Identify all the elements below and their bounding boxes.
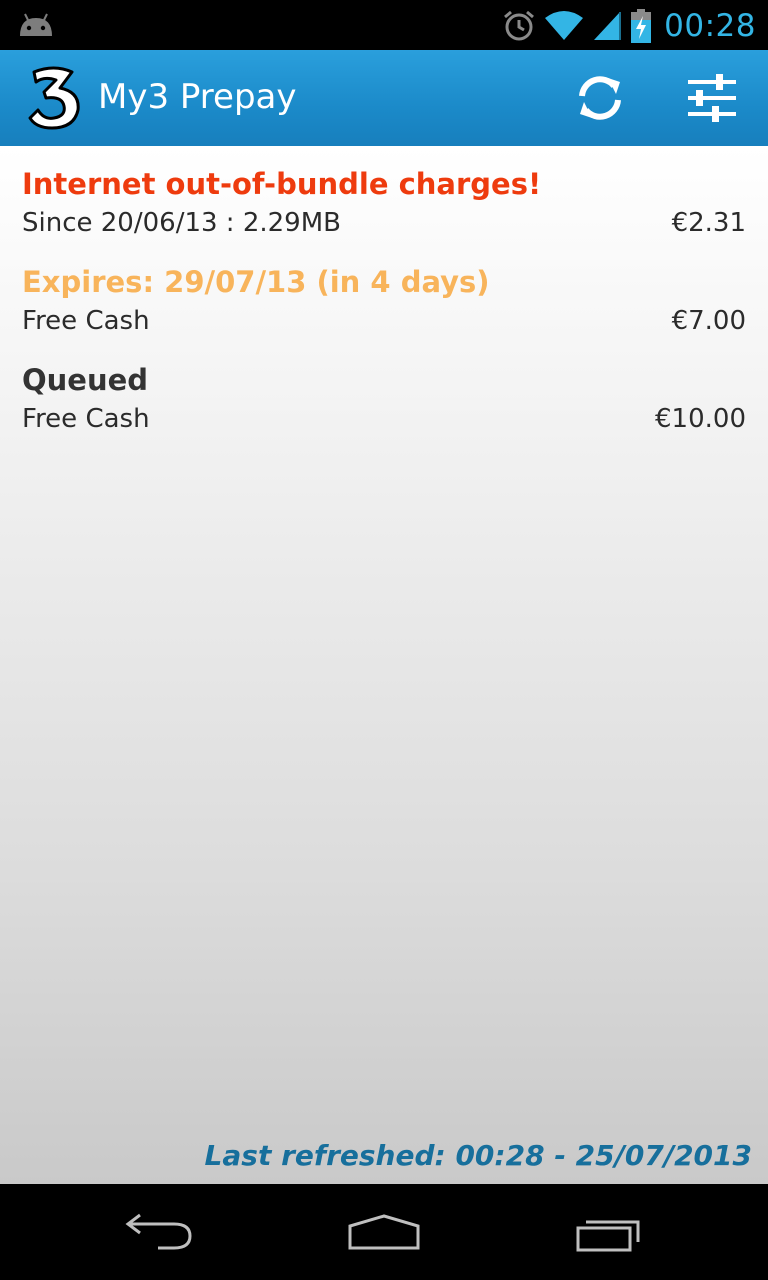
- refresh-button[interactable]: [570, 68, 630, 128]
- expires-row: Free Cash €7.00: [22, 302, 746, 340]
- android-icon: [20, 13, 52, 36]
- expires-section: Expires: 29/07/13 (in 4 days) Free Cash …: [22, 262, 746, 340]
- signal-icon: [594, 12, 622, 40]
- queued-value: €10.00: [655, 404, 746, 434]
- recent-apps-button[interactable]: [568, 1210, 648, 1254]
- nav-bar: [0, 1184, 768, 1280]
- home-button[interactable]: [344, 1210, 424, 1254]
- charges-heading: Internet out-of-bundle charges!: [22, 167, 542, 201]
- queued-heading: Queued: [22, 363, 149, 397]
- charges-row: Since 20/06/13 : 2.29MB €2.31: [22, 204, 746, 242]
- wifi-icon: [545, 11, 584, 40]
- status-clock: 00:28: [664, 8, 756, 44]
- queued-section: Queued Free Cash €10.00: [22, 360, 746, 438]
- charges-value: €2.31: [671, 208, 746, 238]
- expires-heading: Expires: 29/07/13 (in 4 days): [22, 265, 490, 299]
- last-refreshed: Last refreshed: 00:28 - 25/07/2013: [204, 1139, 752, 1172]
- back-button[interactable]: [120, 1210, 200, 1254]
- home-icon: [348, 1214, 420, 1250]
- recent-apps-icon: [576, 1220, 640, 1252]
- three-logo-icon: [28, 66, 80, 130]
- refresh-icon: [579, 76, 621, 120]
- app-title: My3 Prepay: [98, 77, 297, 117]
- alarm-icon: [504, 10, 535, 41]
- status-bar: 00:28: [0, 0, 768, 50]
- queued-label: Free Cash: [22, 404, 150, 434]
- balance-content: Internet out-of-bundle charges! Since 20…: [0, 146, 768, 1184]
- settings-sliders-icon: [688, 74, 736, 122]
- battery-charging-icon: [631, 9, 652, 43]
- expires-label: Free Cash: [22, 306, 150, 336]
- queued-row: Free Cash €10.00: [22, 400, 746, 438]
- action-bar: My3 Prepay: [0, 50, 768, 146]
- charges-section: Internet out-of-bundle charges! Since 20…: [22, 164, 746, 242]
- back-icon: [125, 1213, 192, 1250]
- charges-label: Since 20/06/13 : 2.29MB: [22, 208, 341, 238]
- expires-value: €7.00: [671, 306, 746, 336]
- settings-button[interactable]: [682, 68, 742, 128]
